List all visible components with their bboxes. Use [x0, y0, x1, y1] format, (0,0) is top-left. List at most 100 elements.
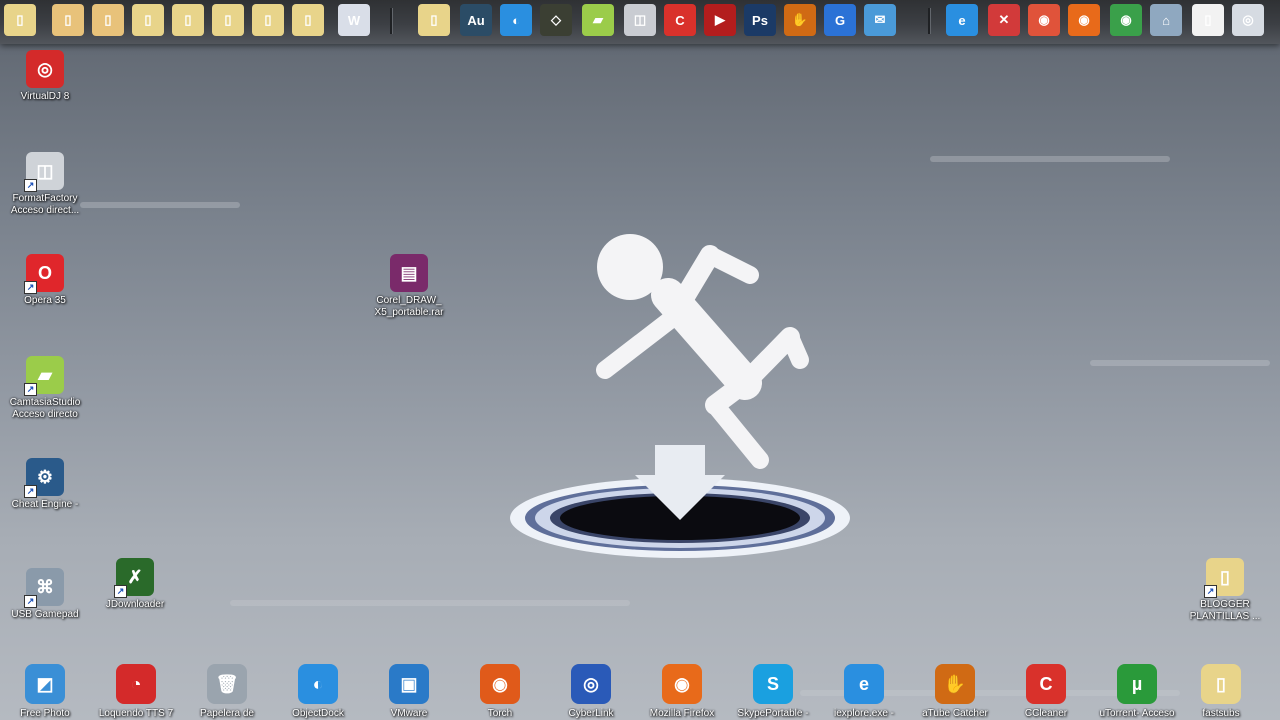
camtasia-studio-shortcut[interactable]: ▰ ↗ CamtasiaStudio Acceso directo [0, 356, 90, 421]
desktop-icon-label: Cheat Engine - [11, 499, 79, 510]
portal-wallpaper-emblem [510, 234, 850, 558]
icon-glyph: ◎ [37, 58, 53, 79]
control-panel-icon[interactable]: ◎ [1232, 4, 1264, 36]
virtualdj-shortcut[interactable]: ◎ VirtualDJ 8 [0, 50, 90, 103]
adobe-audition-icon[interactable]: Au [460, 4, 492, 36]
shortcut-arrow-icon: ↗ [24, 179, 37, 192]
shortcut-arrow-icon: ↗ [114, 585, 127, 598]
wallpaper-streak [930, 156, 1170, 162]
desktop-icon-label: VirtualDJ 8 [20, 91, 70, 102]
jdownloader-shortcut[interactable]: ✗ ↗ JDownloader [90, 558, 180, 611]
dock-label: CCleaner [1024, 708, 1068, 719]
dock-label: CyberLink [568, 708, 614, 719]
desktop-icon-label: Opera 35 [24, 295, 66, 306]
folder-9-icon[interactable]: ▯ [418, 4, 450, 36]
icon-glyph: ▰ [38, 364, 52, 385]
icon-glyph: ▤ [400, 262, 418, 283]
dock-label: SkypePortable - [737, 708, 809, 719]
usb-gamepad-shortcut[interactable]: ⌘ ↗ USB Gamepad [0, 568, 90, 621]
usb-gamepad-icon: ⌘ ↗ [24, 568, 64, 608]
formatfactory-shortcut[interactable]: ◫ ↗ FormatFactory Acceso direct... [0, 152, 90, 217]
blogger-plantillas-icon: ▯ ↗ [1204, 558, 1244, 598]
folder-3-icon[interactable]: ▯ [92, 4, 124, 36]
loquendo-tts-icon: ◔ [116, 664, 156, 704]
blogger-plantillas-shortcut[interactable]: ▯ ↗ BLOGGER PLANTILLAS ... [1180, 558, 1270, 623]
ccleaner-icon: C [1026, 664, 1066, 704]
mozilla-firefox-icon: ◉ [662, 664, 702, 704]
icon-glyph: ◫ [36, 160, 54, 181]
ccleaner-launcher[interactable]: C CCleaner [1001, 664, 1091, 720]
blank-document-icon[interactable]: ▯ [1192, 4, 1224, 36]
loquendo-tts-launcher[interactable]: ◔ Loquendo TTS 7 [91, 664, 181, 720]
skype-portable-icon: S [753, 664, 793, 704]
folder-2-icon[interactable]: ▯ [52, 4, 84, 36]
folder-6-icon[interactable]: ▯ [212, 4, 244, 36]
corel-icon[interactable]: ◇ [540, 4, 572, 36]
wallpaper-streak [230, 600, 630, 606]
objectdock-launcher[interactable]: ◐ ObjectDock [273, 664, 363, 720]
recycle-bin-launcher[interactable]: 🗑 Papelera de [182, 664, 272, 720]
desktop-icon-label: BLOGGER PLANTILLAS ... [1189, 599, 1261, 622]
firefox-icon[interactable]: ◉ [1068, 4, 1100, 36]
torch-launcher[interactable]: ◉ Torch [455, 664, 545, 720]
format-factory-icon[interactable]: ◫ [624, 4, 656, 36]
top-dock: ▯ ▯ ▯ ▯ ▯ ▯ ▯ ▯ W ▯ Au ◐ ◇ ▰ ◫ C ▶ Ps ✋ G ✉ e ✕ ◉ ◉ ◉ ⌂ ▯ ◎ [0, 0, 1280, 44]
chrome-icon[interactable]: ◉ [1110, 4, 1142, 36]
dock-separator [928, 8, 931, 34]
folder-5-icon[interactable]: ▯ [172, 4, 204, 36]
shortcut-arrow-icon: ↗ [24, 595, 37, 608]
mozilla-firefox-launcher[interactable]: ◉ Mozilla Firefox [637, 664, 727, 720]
desktop-icon-label: JDownloader [105, 599, 165, 610]
cheat-engine-icon: ⚙ ↗ [24, 458, 64, 498]
atube-catcher-launcher[interactable]: ✋ aTube Catcher [910, 664, 1000, 720]
dock-label: Free Photo [20, 708, 70, 719]
dock-label: Papelera de [200, 708, 254, 719]
objectdock-icon: ◐ [298, 664, 338, 704]
word-document-icon[interactable]: W [338, 4, 370, 36]
objectdock-icon[interactable]: ◐ [500, 4, 532, 36]
dock-label: uTorrent- Acceso [1099, 708, 1175, 719]
vmware-launcher[interactable]: ▣ VMware [364, 664, 454, 720]
internet-explorer-icon[interactable]: e [946, 4, 978, 36]
atube-catcher-icon[interactable]: ✋ [784, 4, 816, 36]
ccleaner-icon[interactable]: C [664, 4, 696, 36]
wallpaper-streak [1090, 360, 1270, 366]
photoshop-icon[interactable]: Ps [744, 4, 776, 36]
cyberlink-icon[interactable]: G [824, 4, 856, 36]
shortcut-arrow-icon: ↗ [24, 281, 37, 294]
folder-1-icon[interactable]: ▯ [4, 4, 36, 36]
free-photo-launcher[interactable]: ◩ Free Photo [0, 664, 90, 720]
desktop-icon-label: Corel_DRAW_ X5_portable.rar [374, 295, 444, 318]
pdf-icon[interactable]: ✕ [988, 4, 1020, 36]
dock-label: Mozilla Firefox [649, 708, 715, 719]
network-icon[interactable]: ⌂ [1150, 4, 1182, 36]
email-icon[interactable]: ✉ [864, 4, 896, 36]
icon-glyph: ⚙ [36, 466, 54, 487]
fastsubs-icon: ▯ [1201, 664, 1241, 704]
icon-glyph: ✗ [127, 566, 143, 587]
corel-draw-rar-icon: ▤ [390, 254, 428, 292]
media-player-icon[interactable]: ▶ [704, 4, 736, 36]
opera-icon: O ↗ [24, 254, 64, 294]
wallpaper-streak [80, 202, 240, 208]
iexplore-launcher[interactable]: e iexplore.exe - [819, 664, 909, 720]
dock-label: fastsubs [1202, 708, 1240, 719]
folder-7-icon[interactable]: ▯ [252, 4, 284, 36]
chrome-canary-icon[interactable]: ◉ [1028, 4, 1060, 36]
cheat-engine-shortcut[interactable]: ⚙ ↗ Cheat Engine - [0, 458, 90, 511]
opera-shortcut[interactable]: O ↗ Opera 35 [0, 254, 90, 307]
virtualdj-icon: ◎ [26, 50, 64, 88]
iexplore-icon: e [844, 664, 884, 704]
folder-4-icon[interactable]: ▯ [132, 4, 164, 36]
folder-8-icon[interactable]: ▯ [292, 4, 324, 36]
icon-glyph: ▯ [1220, 566, 1230, 587]
desktop-icon-label: FormatFactory Acceso direct... [10, 193, 80, 216]
fastsubs-launcher[interactable]: ▯ fastsubs [1176, 664, 1266, 720]
cyberlink-launcher[interactable]: ◎ CyberLink [546, 664, 636, 720]
skype-portable-launcher[interactable]: S SkypePortable - [728, 664, 818, 720]
corel-draw-rar-shortcut[interactable]: ▤ Corel_DRAW_ X5_portable.rar [364, 254, 454, 319]
shortcut-arrow-icon: ↗ [24, 383, 37, 396]
camtasia-icon[interactable]: ▰ [582, 4, 614, 36]
dock-label: aTube Catcher [922, 708, 988, 719]
utorrent-launcher[interactable]: µ uTorrent- Acceso [1092, 664, 1182, 720]
